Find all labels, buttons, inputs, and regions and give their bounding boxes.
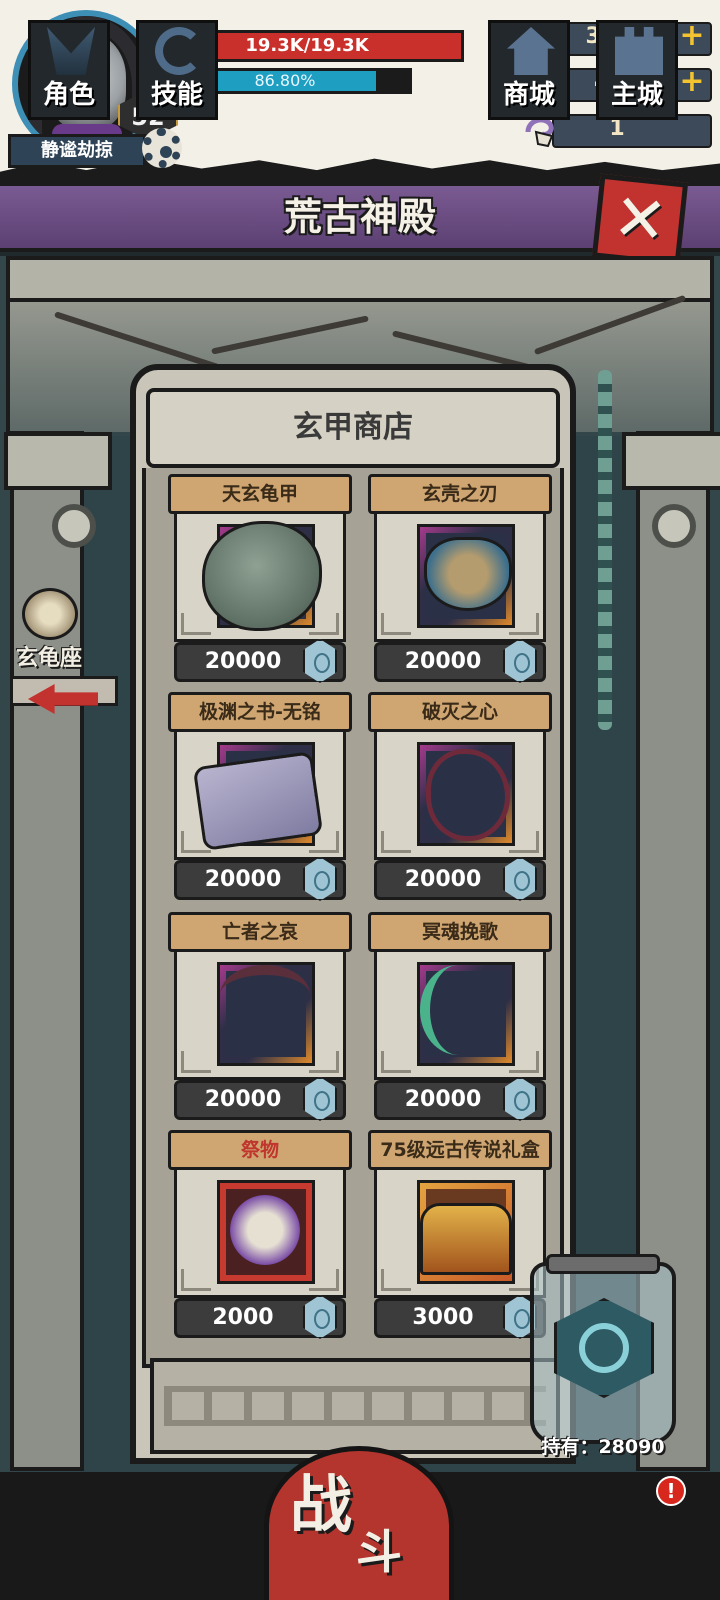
shop-item-name: 祭物 — [168, 1130, 352, 1170]
item-icon-frame — [217, 962, 315, 1066]
shop-header: 玄甲商店 — [146, 388, 560, 468]
shop-item-price[interactable]: 20000 — [174, 857, 346, 901]
shop-item-card[interactable] — [174, 952, 346, 1080]
price-value: 20000 — [404, 649, 482, 674]
castle-icon — [615, 27, 663, 75]
shop-item-price[interactable]: 20000 — [374, 857, 546, 901]
battle-label-small: 斗 — [356, 1525, 402, 1579]
shop-item[interactable]: 天玄龟甲 20000 — [168, 474, 352, 686]
shop-item-card[interactable] — [174, 514, 346, 642]
nav-role-label: 角色 — [42, 80, 95, 110]
holdings-label: 持有：28090 — [541, 1436, 665, 1458]
item-icon-frame — [417, 524, 515, 628]
left-pillar — [10, 431, 84, 1471]
price-value: 3000 — [412, 1305, 474, 1330]
nav-role-button[interactable]: 角色 — [28, 20, 110, 120]
price-value: 2000 — [212, 1305, 274, 1330]
store-building-icon — [507, 27, 555, 75]
helmet-icon — [47, 27, 95, 75]
shop-item-name: 75级远古传说礼盒 — [368, 1130, 552, 1170]
settings-gear-icon[interactable] — [142, 128, 182, 168]
add-gold-button[interactable]: + — [674, 20, 710, 54]
close-button[interactable]: ✕ — [591, 173, 689, 267]
shop-item-price[interactable]: 20000 — [374, 1077, 546, 1121]
shop-item-card[interactable] — [174, 732, 346, 860]
shop-item-name: 天玄龟甲 — [168, 474, 352, 514]
shop-item[interactable]: 极渊之书-无铭 20000 — [168, 692, 352, 904]
temple-lintel — [6, 256, 714, 302]
greek-key-ornament — [381, 1269, 411, 1291]
price-value: 20000 — [204, 1087, 282, 1112]
item-icon-frame — [192, 742, 324, 851]
shop-item-card[interactable] — [374, 952, 546, 1080]
shop-item-name: 玄壳之刃 — [368, 474, 552, 514]
greek-key-floor — [150, 1358, 560, 1454]
nav-city-button[interactable]: 主城 — [596, 20, 678, 120]
price-value: 20000 — [204, 649, 282, 674]
hanging-vine — [598, 370, 612, 730]
greek-key-ornament — [381, 1051, 411, 1073]
price-value: 20000 — [204, 867, 282, 892]
left-pillar-capital — [4, 432, 112, 490]
greek-key-ornament — [381, 831, 411, 853]
shop-item[interactable]: 冥魂挽歌 20000 — [368, 912, 552, 1124]
chest-item-icon — [420, 1203, 512, 1275]
add-gem-button[interactable]: + — [674, 66, 710, 100]
book-item-icon — [192, 751, 324, 851]
shop-item[interactable]: 祭物 2000 — [168, 1130, 352, 1342]
shop-item-name: 极渊之书-无铭 — [168, 692, 352, 732]
shop-item[interactable]: 亡者之哀 20000 — [168, 912, 352, 1124]
tortoise-statue-icon[interactable] — [22, 588, 78, 640]
greek-key-ornament — [181, 613, 211, 635]
shop-item-price[interactable]: 20000 — [374, 639, 546, 683]
greek-key-ornament — [381, 613, 411, 635]
greek-key-ornament — [181, 1269, 211, 1291]
item-icon-frame — [202, 521, 322, 631]
scythe2-item-icon — [420, 965, 496, 1055]
blade-item-icon — [424, 537, 512, 611]
shop-item-card[interactable] — [374, 732, 546, 860]
nav-skill-button[interactable]: 技能 — [136, 20, 218, 120]
shop-item-card[interactable] — [174, 1170, 346, 1298]
shop-title: 玄甲商店 — [293, 410, 413, 445]
shop-item-price[interactable]: 20000 — [174, 639, 346, 683]
shop-item-name: 破灭之心 — [368, 692, 552, 732]
item-icon-frame — [217, 1180, 315, 1284]
nav-store-label: 商城 — [502, 80, 555, 110]
shell-item-icon — [202, 521, 322, 631]
shop-item-price[interactable]: 2000 — [174, 1295, 346, 1339]
side-marker-label[interactable]: 玄龟座 — [16, 640, 108, 671]
shop-item-card[interactable] — [374, 514, 546, 642]
greek-key-ornament — [181, 1051, 211, 1073]
shop-item[interactable]: 破灭之心 20000 — [368, 692, 552, 904]
shop-item[interactable]: 75级远古传说礼盒 3000 — [368, 1130, 552, 1342]
shop-item-name: 亡者之哀 — [168, 912, 352, 952]
player-name: 静谧劫掠 — [8, 134, 146, 168]
shop-item-card[interactable] — [374, 1170, 546, 1298]
shop-item-name: 冥魂挽歌 — [368, 912, 552, 952]
swirl-icon — [155, 27, 203, 75]
heart-item-icon — [426, 749, 510, 841]
scythe1-item-icon — [220, 965, 310, 1025]
close-icon: ✕ — [609, 180, 671, 260]
shop-item-price[interactable]: 3000 — [374, 1295, 546, 1339]
item-icon-frame — [417, 742, 515, 846]
shop-item[interactable]: 玄壳之刃 20000 — [368, 474, 552, 686]
jar-lid — [546, 1254, 660, 1274]
nav-city-label: 主城 — [610, 80, 663, 110]
nav-skill-label: 技能 — [150, 80, 203, 110]
item-icon-frame — [417, 962, 515, 1066]
price-value: 20000 — [404, 1087, 482, 1112]
city-notification-badge: ! — [656, 1476, 686, 1506]
left-scroll-ornament — [52, 504, 96, 548]
nav-store-button[interactable]: 商城 — [488, 20, 570, 120]
ram-art-item-icon — [230, 1195, 300, 1265]
price-value: 20000 — [404, 867, 482, 892]
right-pillar-capital — [622, 432, 720, 490]
item-icon-frame — [417, 1180, 515, 1284]
shop-item-price[interactable]: 20000 — [174, 1077, 346, 1121]
right-scroll-ornament — [652, 504, 696, 548]
